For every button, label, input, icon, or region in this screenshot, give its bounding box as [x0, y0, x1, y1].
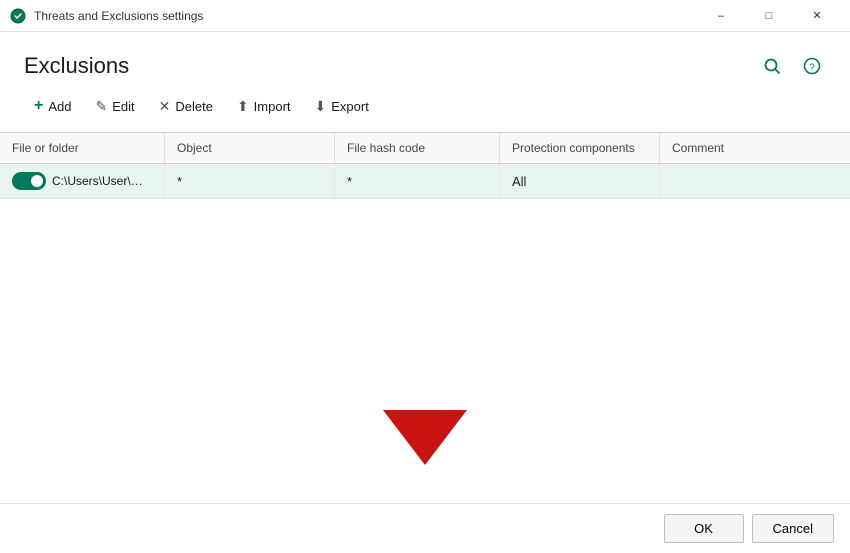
- table-row[interactable]: C:\Users\User\OneDriv * * All: [0, 164, 850, 199]
- help-icon: ?: [803, 57, 821, 75]
- export-button[interactable]: ⬇ Export: [305, 93, 379, 120]
- toggle-control[interactable]: C:\Users\User\OneDriv: [12, 172, 152, 190]
- import-button[interactable]: ⬆ Import: [227, 93, 301, 120]
- app-icon: [10, 8, 26, 24]
- file-or-folder-text: C:\Users\User\OneDriv: [52, 174, 152, 188]
- header-area: Exclusions ?: [0, 32, 850, 80]
- main-content: Exclusions ? + Add ✎ Edit: [0, 32, 850, 553]
- toggle-switch[interactable]: [12, 172, 46, 190]
- delete-button[interactable]: ✕ Delete: [149, 93, 223, 120]
- help-button[interactable]: ?: [798, 52, 826, 80]
- col-header-file-or-folder: File or folder: [0, 133, 165, 163]
- edit-label: Edit: [112, 99, 134, 114]
- arrow-head: [383, 410, 467, 465]
- add-label: Add: [48, 99, 71, 114]
- export-icon: ⬇: [315, 98, 327, 115]
- cancel-button[interactable]: Cancel: [752, 514, 834, 543]
- cell-file-hash-code: *: [335, 164, 500, 198]
- delete-label: Delete: [175, 99, 213, 114]
- import-icon: ⬆: [237, 98, 249, 115]
- toolbar: + Add ✎ Edit ✕ Delete ⬆ Import ⬇ Export: [0, 80, 850, 120]
- cell-object: *: [165, 164, 335, 198]
- minimize-button[interactable]: –: [698, 0, 744, 32]
- col-header-comment: Comment: [660, 133, 850, 163]
- title-bar-text: Threats and Exclusions settings: [34, 9, 698, 23]
- col-header-protection-components: Protection components: [500, 133, 660, 163]
- title-bar-controls: – □ ✕: [698, 0, 840, 32]
- add-icon: +: [34, 97, 43, 115]
- edit-icon: ✎: [95, 98, 107, 115]
- add-button[interactable]: + Add: [24, 92, 81, 120]
- maximize-button[interactable]: □: [746, 0, 792, 32]
- search-icon: [763, 57, 781, 75]
- export-label: Export: [331, 99, 369, 114]
- title-bar: Threats and Exclusions settings – □ ✕: [0, 0, 850, 32]
- svg-text:?: ?: [809, 63, 815, 74]
- delete-icon: ✕: [159, 98, 171, 115]
- ok-button[interactable]: OK: [664, 514, 744, 543]
- close-button[interactable]: ✕: [794, 0, 840, 32]
- header-icons: ?: [758, 52, 826, 80]
- col-header-file-hash-code: File hash code: [335, 133, 500, 163]
- import-label: Import: [254, 99, 291, 114]
- page-title: Exclusions: [24, 53, 129, 79]
- table-header: File or folder Object File hash code Pro…: [0, 132, 850, 164]
- edit-button[interactable]: ✎ Edit: [85, 93, 144, 120]
- cell-file-or-folder: C:\Users\User\OneDriv: [0, 164, 165, 198]
- table-container: File or folder Object File hash code Pro…: [0, 132, 850, 318]
- search-button[interactable]: [758, 52, 786, 80]
- col-header-object: Object: [165, 133, 335, 163]
- cell-comment: [660, 164, 850, 198]
- arrow-area: [0, 318, 850, 504]
- footer: OK Cancel: [0, 503, 850, 553]
- cell-protection-components: All: [500, 164, 660, 198]
